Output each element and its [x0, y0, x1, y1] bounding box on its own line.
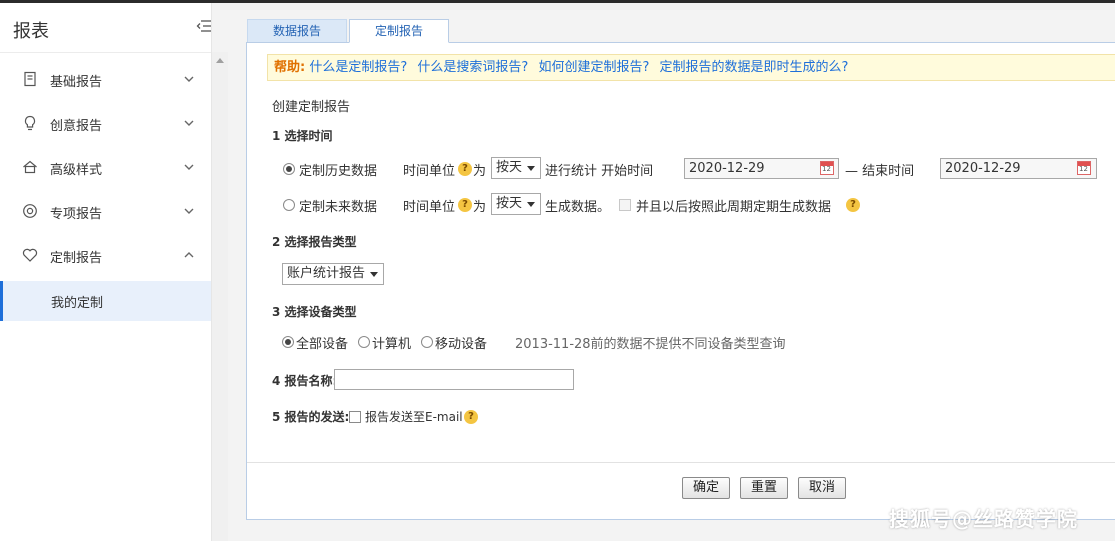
heart-icon [22, 247, 38, 263]
history-data-label: 定制历史数据 [299, 164, 378, 179]
chevron-down-icon [183, 205, 195, 215]
sidebar-item-special-report[interactable]: 专项报告 [0, 189, 211, 233]
target-icon [22, 203, 38, 219]
question-icon[interactable]: ? [846, 198, 860, 212]
tab-custom-report[interactable]: 定制报告 [349, 19, 449, 43]
chevron-down-icon [183, 117, 195, 127]
email-send-label: 报告发送至E-mail [365, 410, 463, 424]
start-date-value: 2020-12-29 [689, 161, 765, 176]
future-data-label: 定制未来数据 [299, 200, 378, 215]
question-icon[interactable]: ? [464, 410, 478, 424]
step1-heading: 1 选择时间 [272, 129, 333, 143]
report-name-input[interactable] [334, 369, 574, 390]
sidebar-item-label: 专项报告 [50, 207, 103, 222]
calendar-icon[interactable] [1077, 161, 1091, 175]
sidebar-item-label: 高级样式 [50, 163, 103, 178]
end-date-value: 2020-12-29 [945, 161, 1021, 176]
stat-start-text: 进行统计 开始时间 [545, 164, 654, 179]
help-bar: 帮助: 什么是定制报告? 什么是搜索词报告? 如何创建定制报告? 定制报告的数据… [267, 54, 1115, 81]
select-value: 账户统计报告 [287, 266, 366, 281]
email-send-checkbox[interactable] [349, 411, 361, 423]
device-note: 2013-11-28前的数据不提供不同设备类型查询 [515, 337, 786, 352]
device-mobile-label: 移动设备 [435, 337, 488, 352]
end-time-label: — 结束时间 [845, 164, 915, 179]
reset-button[interactable]: 重置 [740, 477, 788, 499]
select-value: 按天 [496, 196, 523, 211]
watermark: 搜狐号@丝路赞学院 [889, 507, 1078, 531]
sidebar-item-label: 基础报告 [50, 75, 103, 90]
sidebar-item-label: 定制报告 [50, 251, 103, 266]
start-date-input[interactable]: 2020-12-29 [684, 158, 839, 179]
device-computer-radio[interactable] [358, 336, 370, 348]
time-unit-label: 时间单位 [403, 164, 456, 179]
tab-data-report[interactable]: 数据报告 [247, 19, 347, 43]
document-icon [22, 71, 38, 87]
chevron-down-icon [183, 73, 195, 83]
help-link-how-to-create[interactable]: 如何创建定制报告? [538, 60, 649, 75]
future-time-unit-select[interactable]: 按天 [491, 193, 541, 215]
periodic-generate-label: 并且以后按照此周期定期生成数据 [636, 200, 832, 215]
device-mobile-radio[interactable] [421, 336, 433, 348]
time-unit-suffix: 为 [473, 164, 487, 179]
confirm-button[interactable]: 确定 [682, 477, 730, 499]
end-date-input[interactable]: 2020-12-29 [940, 158, 1097, 179]
dropdown-arrow-icon [527, 166, 535, 171]
step3-heading: 3 选择设备类型 [272, 305, 357, 319]
form-title: 创建定制报告 [272, 100, 351, 115]
sidebar-item-basic-report[interactable]: 基础报告 [0, 57, 211, 101]
history-time-unit-select[interactable]: 按天 [491, 157, 541, 179]
device-all-label: 全部设备 [296, 337, 349, 352]
device-computer-label: 计算机 [372, 337, 412, 352]
sidebar-scrollbar[interactable] [212, 52, 228, 541]
help-link-what-is-custom-report[interactable]: 什么是定制报告? [309, 60, 407, 75]
sidebar-subitem-my-custom[interactable]: 我的定制 [0, 281, 211, 321]
sidebar-item-custom-report[interactable]: 定制报告 [0, 233, 211, 277]
future-data-radio[interactable] [283, 199, 295, 211]
history-data-radio[interactable] [283, 163, 295, 175]
report-type-select[interactable]: 账户统计报告 [282, 263, 384, 285]
help-link-what-is-search-term-report[interactable]: 什么是搜索词报告? [417, 60, 528, 75]
sidebar-item-label: 创意报告 [50, 119, 103, 134]
step4-heading: 4 报告名称: [272, 374, 338, 388]
sidebar-title: 报表 [13, 21, 49, 42]
time-unit-suffix: 为 [473, 200, 487, 215]
collapse-menu-icon[interactable] [196, 19, 212, 33]
select-value: 按天 [496, 160, 523, 175]
chevron-down-icon [183, 161, 195, 171]
footer-divider [247, 462, 1115, 463]
generate-data-text: 生成数据。 [545, 200, 611, 215]
sidebar: 报表 基础报告 创意报告 高级样式 专项报告 定制报告 我的定制 [0, 3, 212, 541]
question-icon[interactable]: ? [458, 162, 472, 176]
dropdown-arrow-icon [370, 272, 378, 277]
dropdown-arrow-icon [527, 202, 535, 207]
device-all-radio[interactable] [282, 336, 294, 348]
home-icon [22, 159, 38, 175]
lightbulb-icon [22, 115, 38, 131]
sidebar-subitem-label: 我的定制 [51, 296, 104, 311]
calendar-icon[interactable] [820, 161, 834, 175]
scroll-up-arrow-icon[interactable] [216, 58, 224, 63]
help-link-realtime-data[interactable]: 定制报告的数据是即时生成的么? [659, 60, 848, 75]
step5-heading: 5 报告的发送: [272, 410, 350, 424]
periodic-generate-checkbox[interactable] [619, 199, 631, 211]
sidebar-item-advanced-style[interactable]: 高级样式 [0, 145, 211, 189]
time-unit-label: 时间单位 [403, 200, 456, 215]
sidebar-item-creative-report[interactable]: 创意报告 [0, 101, 211, 145]
step2-heading: 2 选择报告类型 [272, 235, 357, 249]
cancel-button[interactable]: 取消 [798, 477, 846, 499]
chevron-up-icon [183, 249, 195, 259]
help-label: 帮助: [274, 60, 306, 75]
sidebar-header: 报表 [0, 3, 211, 53]
question-icon[interactable]: ? [458, 198, 472, 212]
